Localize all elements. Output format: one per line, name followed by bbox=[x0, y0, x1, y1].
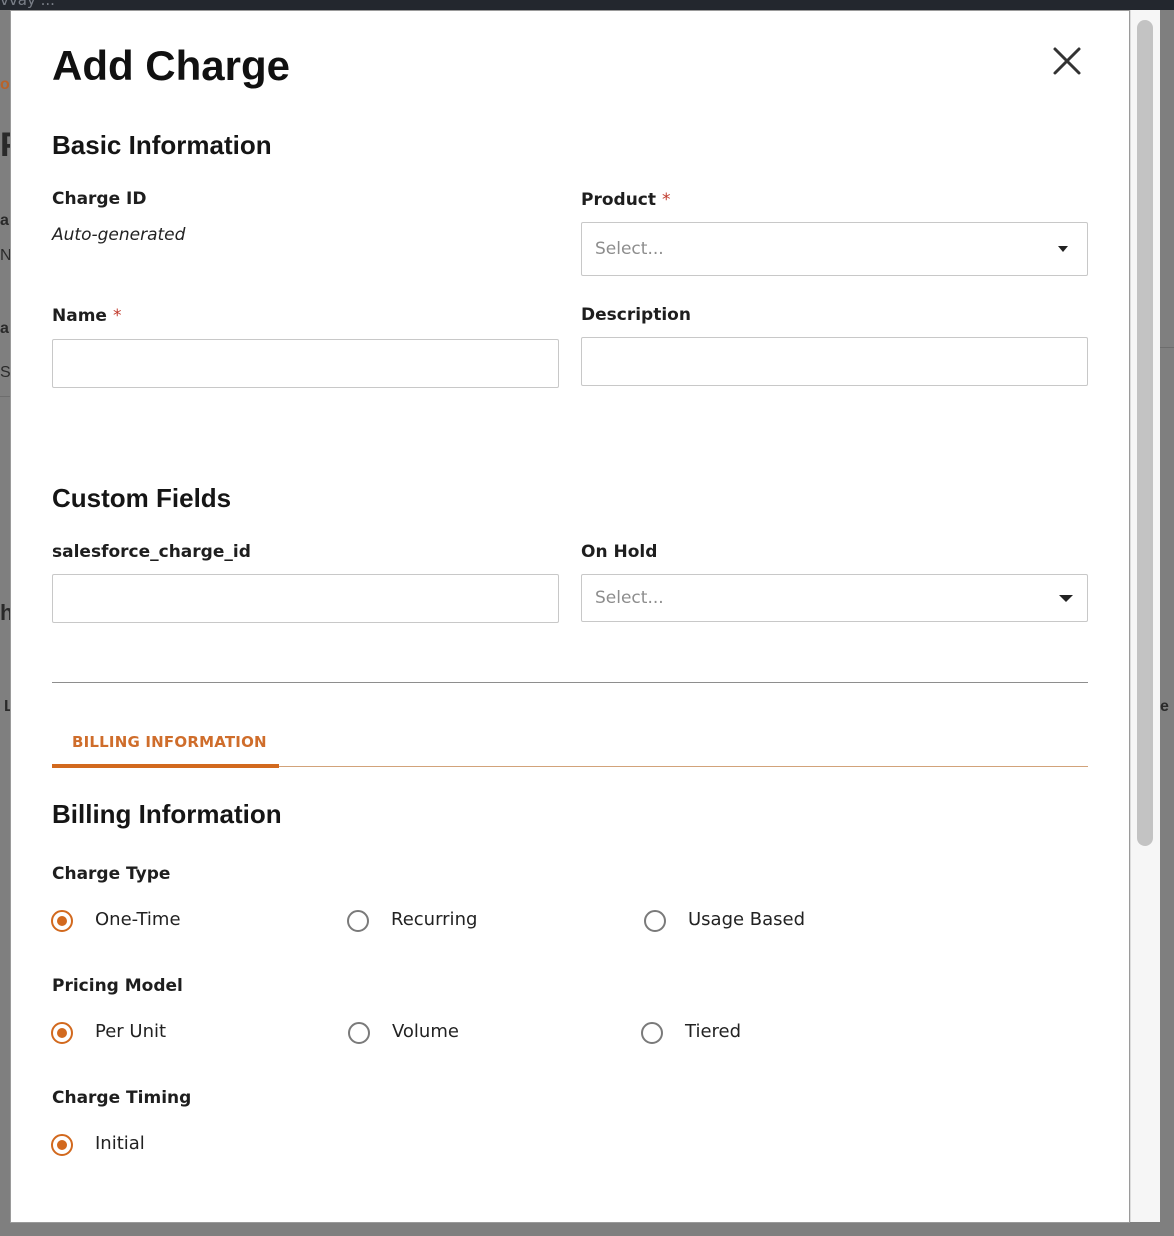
charge-timing-label: Charge Timing bbox=[52, 1088, 191, 1108]
charge-timing-label-text: Charge Timing bbox=[52, 1088, 192, 1108]
product-label: Product * bbox=[581, 190, 671, 210]
charge-type-label-text: Charge Type bbox=[52, 864, 171, 884]
background-fragment: N bbox=[0, 247, 12, 264]
section-divider bbox=[52, 682, 1088, 683]
on-hold-label-text: On Hold bbox=[581, 542, 658, 562]
name-input[interactable] bbox=[52, 339, 559, 388]
product-select[interactable]: Select... bbox=[581, 222, 1088, 276]
required-marker: * bbox=[662, 190, 671, 210]
product-select-value: Select... bbox=[595, 239, 664, 259]
salesforce-charge-id-label-text: salesforce_charge_id bbox=[52, 542, 251, 562]
background-topbar: vvay ... bbox=[0, 0, 1174, 10]
charge-type-usage-based-radio[interactable]: Usage Based bbox=[644, 909, 844, 936]
radio-label: Per Unit bbox=[95, 1021, 167, 1042]
active-tab-indicator bbox=[52, 764, 279, 768]
scrollbar-thumb[interactable] bbox=[1137, 20, 1153, 846]
product-label-text: Product bbox=[581, 190, 656, 210]
modal-title: Add Charge bbox=[52, 42, 291, 89]
radio-label: One-Time bbox=[95, 909, 181, 930]
charge-id-label-text: Charge ID bbox=[52, 189, 147, 209]
pricing-model-volume-radio[interactable]: Volume bbox=[348, 1021, 528, 1048]
radio-indicator bbox=[348, 1022, 370, 1044]
billing-information-heading: Billing Information bbox=[52, 799, 282, 829]
on-hold-label: On Hold bbox=[581, 542, 657, 562]
radio-label: Initial bbox=[95, 1133, 145, 1154]
pricing-model-per-unit-radio[interactable]: Per Unit bbox=[51, 1021, 231, 1048]
description-label: Description bbox=[581, 305, 691, 325]
on-hold-select[interactable]: Select... bbox=[581, 574, 1088, 622]
background-divider bbox=[0, 396, 11, 397]
charge-timing-initial-radio[interactable]: Initial bbox=[51, 1133, 231, 1160]
radio-selected-indicator bbox=[51, 1134, 73, 1156]
close-icon bbox=[1053, 47, 1081, 75]
close-button[interactable] bbox=[1051, 45, 1083, 77]
radio-label: Usage Based bbox=[688, 909, 806, 930]
description-input[interactable] bbox=[581, 337, 1088, 386]
radio-label: Recurring bbox=[391, 909, 478, 930]
radio-label: Tiered bbox=[685, 1021, 742, 1042]
radio-label: Volume bbox=[392, 1021, 459, 1042]
basic-information-heading: Basic Information bbox=[52, 130, 272, 160]
background-fragment: e bbox=[1160, 698, 1169, 715]
radio-indicator bbox=[347, 910, 369, 932]
radio-selected-indicator bbox=[51, 910, 73, 932]
radio-indicator bbox=[644, 910, 666, 932]
pricing-model-label: Pricing Model bbox=[52, 976, 183, 996]
tab-billing-information-label: BILLING INFORMATION bbox=[72, 733, 267, 751]
charge-type-recurring-radio[interactable]: Recurring bbox=[347, 909, 527, 936]
name-label-text: Name bbox=[52, 306, 107, 326]
salesforce-charge-id-label: salesforce_charge_id bbox=[52, 542, 251, 562]
pricing-model-label-text: Pricing Model bbox=[52, 976, 183, 996]
on-hold-select-value: Select... bbox=[595, 588, 664, 608]
name-label: Name * bbox=[52, 306, 121, 326]
required-marker: * bbox=[112, 306, 122, 326]
charge-id-value: Auto-generated bbox=[52, 225, 186, 245]
tab-billing-information[interactable]: BILLING INFORMATION bbox=[52, 723, 279, 768]
chevron-down-icon bbox=[1058, 246, 1068, 252]
background-divider bbox=[1160, 347, 1174, 348]
radio-indicator bbox=[641, 1022, 663, 1044]
radio-selected-indicator bbox=[51, 1022, 73, 1044]
charge-type-label: Charge Type bbox=[52, 864, 170, 884]
chevron-down-icon bbox=[1059, 595, 1073, 602]
charge-type-one-time-radio[interactable]: One-Time bbox=[51, 909, 231, 936]
salesforce-charge-id-input[interactable] bbox=[52, 574, 559, 623]
background-topbar-text: vvay ... bbox=[0, 0, 55, 9]
custom-fields-heading: Custom Fields bbox=[52, 483, 232, 513]
pricing-model-tiered-radio[interactable]: Tiered bbox=[641, 1021, 821, 1048]
description-label-text: Description bbox=[581, 305, 691, 325]
charge-id-label: Charge ID bbox=[52, 189, 147, 209]
add-charge-modal: Add Charge Basic Information Charge ID A… bbox=[11, 11, 1129, 1222]
